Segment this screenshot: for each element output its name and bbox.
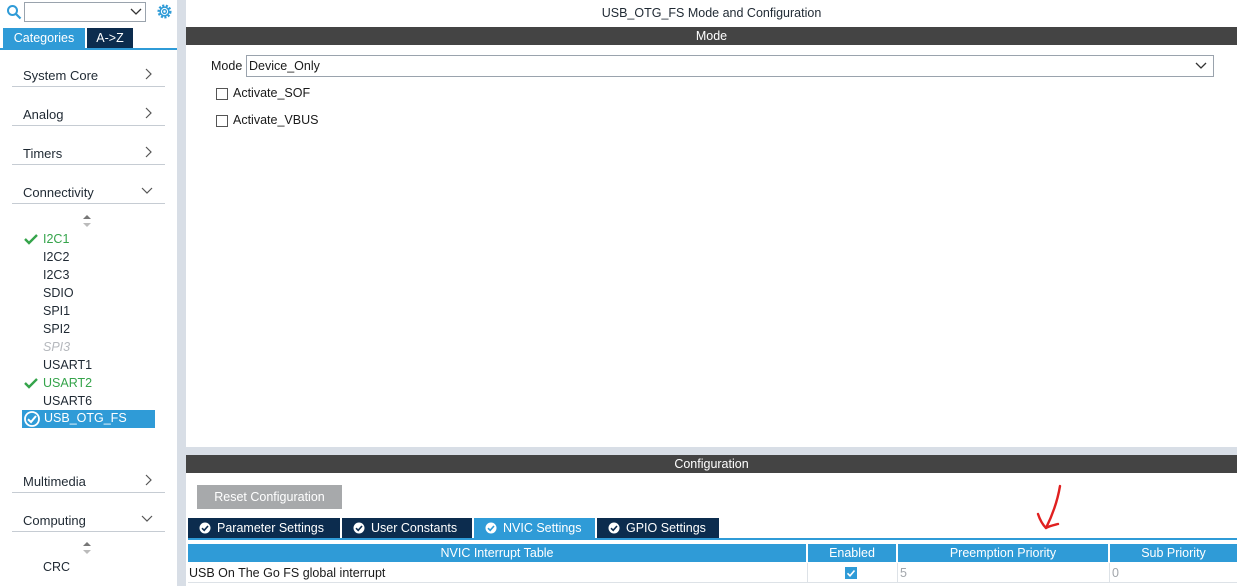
peripheral-sdio[interactable]: SDIO [43, 286, 74, 300]
peripheral-usart6[interactable]: USART6 [43, 394, 92, 408]
tab-parameter-settings[interactable]: Parameter Settings [188, 518, 340, 538]
column-header-nvic-interrupt-table[interactable]: NVIC Interrupt Table [188, 544, 807, 562]
check-icon [24, 378, 38, 389]
enabled-checkbox[interactable] [845, 567, 857, 579]
preemption-priority-cell[interactable]: 5 [898, 563, 1110, 583]
category-connectivity[interactable]: Connectivity [12, 178, 165, 204]
category-multimedia[interactable]: Multimedia [12, 467, 165, 493]
column-header-enabled[interactable]: Enabled [808, 544, 897, 562]
check-icon [24, 234, 38, 245]
check-circle-icon [485, 522, 497, 534]
mode-section-header: Mode [186, 27, 1237, 45]
scroll-arrows-icon[interactable] [82, 541, 92, 555]
check-circle-icon [24, 411, 40, 427]
peripheral-sidebar: Categories A->Z System Core Analog Timer… [0, 0, 177, 586]
main-panel: USB_OTG_FS Mode and Configuration Mode M… [186, 0, 1237, 586]
peripheral-spi1[interactable]: SPI1 [43, 304, 70, 318]
category-system-core[interactable]: System Core [12, 61, 165, 87]
activate-sof-label: Activate_SOF [233, 86, 311, 100]
search-input[interactable] [24, 2, 146, 22]
mode-select-value: Device_Only [249, 59, 320, 73]
chevron-right-icon [145, 107, 152, 119]
category-label: Connectivity [23, 185, 94, 200]
chevron-down-icon [141, 515, 153, 522]
activate-vbus-label: Activate_VBUS [233, 113, 319, 127]
mode-label: Mode [211, 59, 243, 73]
chevron-right-icon [145, 474, 152, 486]
category-computing[interactable]: Computing [12, 506, 165, 532]
red-arrow-annotation [1036, 484, 1062, 530]
configuration-section-header: Configuration [186, 455, 1237, 473]
search-row [0, 0, 177, 26]
peripheral-i2c1[interactable]: I2C1 [43, 232, 69, 246]
peripheral-label: USB_OTG_FS [44, 411, 127, 425]
interrupt-name-cell: USB On The Go FS global interrupt [188, 563, 808, 583]
peripheral-i2c3[interactable]: I2C3 [43, 268, 69, 282]
category-label: Multimedia [23, 474, 86, 489]
table-row[interactable]: USB On The Go FS global interrupt 5 0 [188, 563, 1237, 583]
panel-splitter[interactable] [177, 0, 186, 586]
category-label: Analog [23, 107, 64, 122]
category-label: System Core [23, 68, 99, 83]
chevron-down-icon[interactable] [130, 7, 142, 17]
gear-icon[interactable] [155, 2, 174, 21]
scroll-arrows-icon[interactable] [82, 214, 92, 228]
peripheral-usart2[interactable]: USART2 [43, 376, 92, 390]
page-title: USB_OTG_FS Mode and Configuration [601, 6, 822, 20]
tab-user-constants[interactable]: User Constants [342, 518, 472, 538]
sub-priority-cell[interactable]: 0 [1110, 563, 1237, 583]
peripheral-usb-otg-fs[interactable]: USB_OTG_FS [22, 410, 155, 428]
reset-configuration-button[interactable]: Reset Configuration [197, 485, 342, 509]
peripheral-usart1[interactable]: USART1 [43, 358, 92, 372]
tab-categories[interactable]: Categories [3, 28, 85, 48]
configuration-tabs: Parameter Settings User Constants NVIC S… [188, 518, 1237, 540]
category-label: Computing [23, 513, 86, 528]
activate-vbus-checkbox[interactable] [216, 115, 228, 127]
tab-label: NVIC Settings [503, 521, 582, 535]
sidebar-tabs: Categories A->Z [0, 28, 177, 50]
section-splitter[interactable] [186, 447, 1237, 455]
tab-label: GPIO Settings [626, 521, 706, 535]
mode-select[interactable]: Device_Only [246, 55, 1214, 77]
column-header-preemption-priority[interactable]: Preemption Priority [898, 544, 1109, 562]
search-icon[interactable] [6, 4, 22, 20]
column-header-sub-priority[interactable]: Sub Priority [1110, 544, 1237, 562]
nvic-interrupt-table: NVIC Interrupt Table Enabled Preemption … [188, 544, 1237, 586]
chevron-right-icon [145, 146, 152, 158]
chevron-right-icon [145, 68, 152, 80]
tab-gpio-settings[interactable]: GPIO Settings [597, 518, 719, 538]
peripheral-crc[interactable]: CRC [43, 560, 70, 574]
category-timers[interactable]: Timers [12, 139, 165, 165]
tab-label: User Constants [371, 521, 458, 535]
tab-label: Parameter Settings [217, 521, 324, 535]
peripheral-i2c2[interactable]: I2C2 [43, 250, 69, 264]
tab-a-to-z[interactable]: A->Z [87, 28, 133, 48]
check-circle-icon [199, 522, 211, 534]
chevron-down-icon[interactable] [1195, 61, 1207, 71]
tab-nvic-settings[interactable]: NVIC Settings [474, 518, 595, 538]
check-circle-icon [353, 522, 365, 534]
category-analog[interactable]: Analog [12, 100, 165, 126]
peripheral-spi3[interactable]: SPI3 [43, 340, 70, 354]
check-circle-icon [608, 522, 620, 534]
activate-sof-checkbox[interactable] [216, 88, 228, 100]
enabled-cell [808, 563, 898, 583]
chevron-down-icon [141, 187, 153, 194]
peripheral-spi2[interactable]: SPI2 [43, 322, 70, 336]
category-label: Timers [23, 146, 63, 161]
